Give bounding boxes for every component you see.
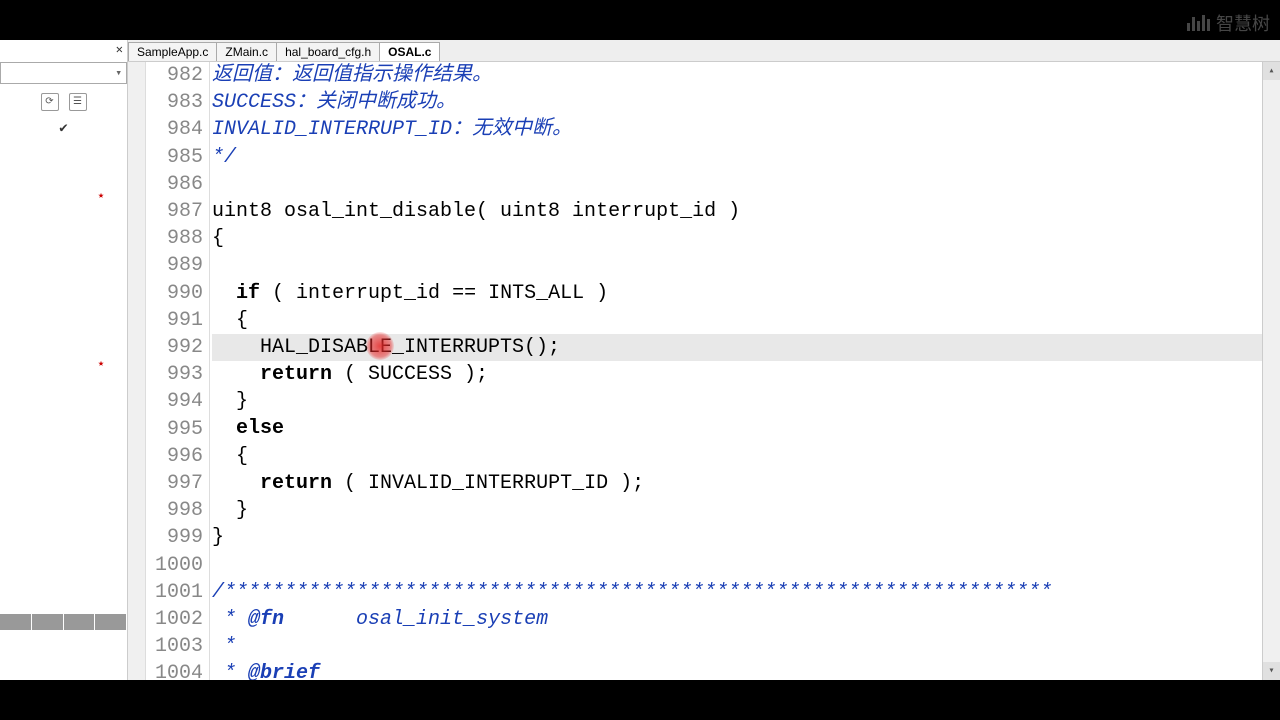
check-icon[interactable]: ✔ bbox=[0, 120, 127, 137]
close-icon[interactable]: ✕ bbox=[116, 42, 123, 57]
code-line[interactable]: { bbox=[212, 307, 1262, 334]
scroll-down-arrow-icon[interactable]: ▾ bbox=[1263, 662, 1280, 680]
watermark-text: 智慧树 bbox=[1216, 10, 1270, 36]
fold-gutter[interactable] bbox=[128, 62, 146, 680]
code-line[interactable] bbox=[212, 171, 1262, 198]
code-line[interactable]: if ( interrupt_id == INTS_ALL ) bbox=[212, 280, 1262, 307]
code-line[interactable]: * @fn osal_init_system bbox=[212, 606, 1262, 633]
tab-sampleapp-c[interactable]: SampleApp.c bbox=[128, 42, 217, 61]
code-line[interactable]: { bbox=[212, 443, 1262, 470]
code-line[interactable]: } bbox=[212, 524, 1262, 551]
editor-tabs: SampleApp.cZMain.chal_board_cfg.hOSAL.c bbox=[128, 40, 1280, 62]
code-line[interactable]: * @brief bbox=[212, 660, 1262, 680]
code-line[interactable]: } bbox=[212, 497, 1262, 524]
toolbar-icon-2[interactable]: ☰ bbox=[69, 93, 87, 111]
code-line[interactable]: /***************************************… bbox=[212, 579, 1262, 606]
code-line[interactable]: return ( INVALID_INTERRUPT_ID ); bbox=[212, 470, 1262, 497]
left-status-bar bbox=[0, 614, 127, 630]
chevron-down-icon: ▾ bbox=[115, 66, 122, 80]
tab-hal_board_cfg-h[interactable]: hal_board_cfg.h bbox=[276, 42, 380, 61]
code-area[interactable]: 返回值：返回值指示操作结果。SUCCESS：关闭中断成功。INVALID_INT… bbox=[210, 62, 1262, 680]
vertical-scrollbar[interactable]: ▴ ▾ bbox=[1262, 62, 1280, 680]
code-line[interactable] bbox=[212, 551, 1262, 578]
code-line[interactable]: 返回值：返回值指示操作结果。 bbox=[212, 62, 1262, 89]
line-number-gutter: 9829839849859869879889899909919929939949… bbox=[146, 62, 210, 680]
left-toolbar: ⟳ ☰ bbox=[0, 90, 127, 114]
left-panel: ✕ ▾ ⟳ ☰ ✔ ★ ★ bbox=[0, 40, 128, 680]
bookmark-marker-icon[interactable]: ★ bbox=[98, 358, 104, 370]
tab-zmain-c[interactable]: ZMain.c bbox=[216, 42, 277, 61]
main-area: SampleApp.cZMain.chal_board_cfg.hOSAL.c … bbox=[128, 40, 1280, 680]
code-editor[interactable]: 9829839849859869879889899909919929939949… bbox=[128, 62, 1280, 680]
code-line[interactable]: */ bbox=[212, 144, 1262, 171]
watermark: 智慧树 bbox=[1187, 10, 1270, 36]
left-dropdown[interactable]: ▾ bbox=[0, 62, 127, 84]
code-line[interactable]: SUCCESS：关闭中断成功。 bbox=[212, 89, 1262, 116]
toolbar-icon-1[interactable]: ⟳ bbox=[41, 93, 59, 111]
scroll-up-arrow-icon[interactable]: ▴ bbox=[1263, 62, 1280, 80]
code-line[interactable]: } bbox=[212, 388, 1262, 415]
bookmark-marker-icon[interactable]: ★ bbox=[98, 190, 104, 202]
app-window: ✕ ▾ ⟳ ☰ ✔ ★ ★ SampleApp.cZMain.chal_board… bbox=[0, 40, 1280, 680]
code-line[interactable]: { bbox=[212, 225, 1262, 252]
code-line[interactable] bbox=[212, 252, 1262, 279]
code-line[interactable]: uint8 osal_int_disable( uint8 interrupt_… bbox=[212, 198, 1262, 225]
code-line[interactable]: * bbox=[212, 633, 1262, 660]
code-line[interactable]: else bbox=[212, 415, 1262, 442]
code-line[interactable]: INVALID_INTERRUPT_ID：无效中断。 bbox=[212, 116, 1262, 143]
watermark-bars-icon bbox=[1187, 15, 1210, 31]
code-line[interactable]: return ( SUCCESS ); bbox=[212, 361, 1262, 388]
tab-osal-c[interactable]: OSAL.c bbox=[379, 42, 440, 61]
code-line[interactable]: HAL_DISABLE_INTERRUPTS(); bbox=[212, 334, 1262, 361]
